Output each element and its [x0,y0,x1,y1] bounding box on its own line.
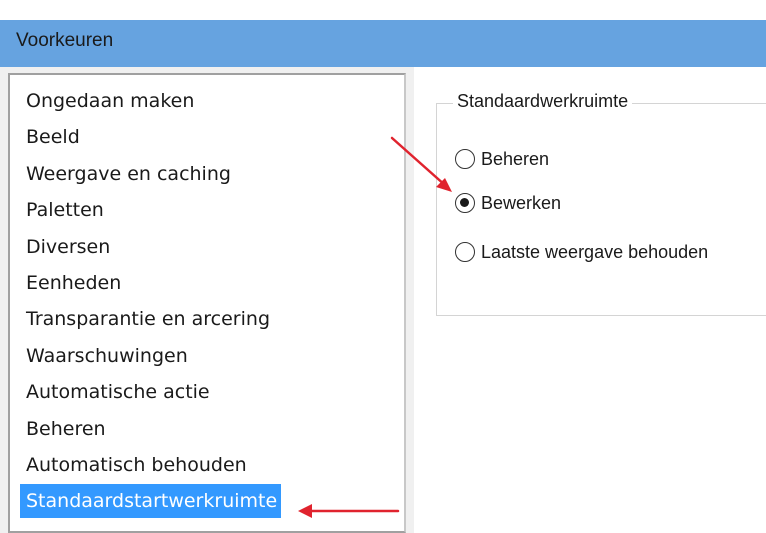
category-item-label: Weergave en caching [26,162,231,185]
category-item-label: Transparantie en arcering [26,308,271,331]
radio-label: Laatste weergave behouden [481,241,709,262]
category-item-manage[interactable]: Beheren [10,411,404,447]
radio-unchecked-icon[interactable] [455,149,475,169]
radio-label: Bewerken [481,192,562,213]
category-item-transparency[interactable]: Transparantie en arcering [10,301,404,337]
cropped-text-fragment: ▔▔ ▔▔▔▔ ▔▔▔ ▔▔▔▔▔▔ [48,0,541,14]
default-workspace-group: Standaardwerkruimte Beheren Bewerken Laa… [436,91,766,316]
category-item-automatic-action[interactable]: Automatische actie [10,374,404,410]
dialog-title: Voorkeuren [16,30,114,51]
preferences-dialog-body: Ongedaan maken Beeld Weergave en caching… [0,67,766,533]
cropped-top-strip: ▔▔ ▔▔▔▔ ▔▔▔ ▔▔▔▔▔▔ [0,0,766,20]
radio-unchecked-icon[interactable] [455,242,475,262]
category-item-miscellaneous[interactable]: Diversen [10,229,404,265]
radio-option-keep-last-view[interactable]: Laatste weergave behouden [455,238,708,266]
category-item-default-start-workspace[interactable]: Standaardstartwerkruimte [10,483,404,519]
dialog-titlebar: Voorkeuren [0,20,766,67]
category-item-label: Paletten [26,199,104,222]
category-item-label: Automatisch behouden [26,453,247,476]
category-item-label: Ongedaan maken [26,90,195,112]
preferences-category-list[interactable]: Ongedaan maken Beeld Weergave en caching… [8,73,406,533]
settings-pane: Standaardwerkruimte Beheren Bewerken Laa… [414,67,766,533]
radio-option-edit[interactable]: Bewerken [455,189,561,217]
category-item-label: Beheren [26,417,106,440]
radio-option-manage[interactable]: Beheren [455,145,549,173]
category-item-display-caching[interactable]: Weergave en caching [10,156,404,192]
category-item-view[interactable]: Beeld [10,119,404,155]
radio-checked-icon[interactable] [455,193,475,213]
group-legend: Standaardwerkruimte [453,91,633,112]
category-item-label: Automatische actie [26,381,210,404]
category-item-undo[interactable]: Ongedaan maken [10,83,404,119]
category-item-label: Eenheden [26,271,122,294]
category-item-label: Beeld [26,126,80,149]
radio-label: Beheren [481,148,550,169]
category-item-label: Diversen [26,235,111,258]
category-item-warnings[interactable]: Waarschuwingen [10,338,404,374]
category-item-autosave[interactable]: Automatisch behouden [10,447,404,483]
category-item-label: Standaardstartwerkruimte [20,484,282,519]
category-item-palettes[interactable]: Paletten [10,192,404,228]
category-item-label: Waarschuwingen [26,344,188,367]
category-item-units[interactable]: Eenheden [10,265,404,301]
